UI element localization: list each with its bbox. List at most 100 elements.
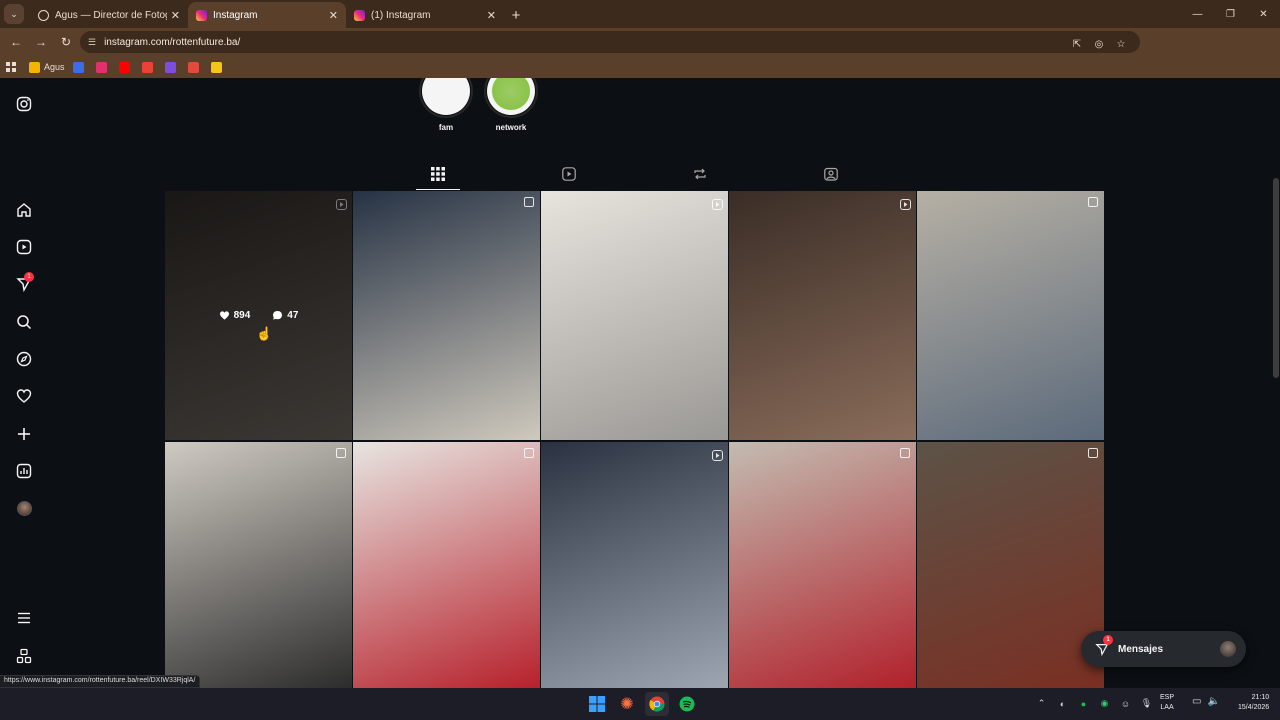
post-tile[interactable]: [917, 442, 1104, 688]
status-bar-url: https://www.instagram.com/rottenfuture.b…: [0, 675, 201, 688]
likes-stat: 894: [219, 310, 250, 321]
bookmark-imdb-icon[interactable]: [210, 61, 226, 73]
close-icon[interactable]: ✕: [171, 9, 180, 22]
tagged-icon[interactable]: [823, 166, 839, 182]
discord-icon[interactable]: ☺: [1118, 696, 1133, 711]
spotify-icon[interactable]: [675, 692, 699, 716]
post-tile[interactable]: [917, 191, 1104, 440]
spark-app-icon[interactable]: ✺: [615, 692, 639, 716]
apps-grid-icon[interactable]: [6, 61, 17, 73]
search-icon[interactable]: [12, 310, 36, 334]
language-code: ESP: [1160, 694, 1175, 701]
messages-icon[interactable]: 1: [12, 272, 36, 296]
imdb-icon: [210, 61, 222, 73]
messages-button[interactable]: 1 Mensajes: [1081, 631, 1246, 667]
dashboard-icon[interactable]: [12, 459, 36, 483]
highlight-ring: [419, 78, 473, 118]
reload-icon[interactable]: ↻: [54, 30, 78, 54]
highlight-network[interactable]: network: [484, 78, 538, 132]
create-icon[interactable]: [12, 422, 36, 446]
profile-avatar[interactable]: [12, 496, 36, 520]
post-tile[interactable]: [353, 191, 540, 440]
clock-date: 15/4/2026: [1238, 704, 1270, 711]
post-tile[interactable]: 894 47 ☝: [165, 191, 352, 440]
carousel-icon: [1088, 197, 1098, 207]
grid-icon[interactable]: [416, 166, 460, 190]
notification-badge: 1: [24, 272, 34, 282]
app-icon: [164, 61, 176, 73]
microphone-icon[interactable]: 🎙: [1139, 696, 1154, 711]
chrome-icon[interactable]: [645, 692, 669, 716]
back-icon[interactable]: ←: [4, 30, 28, 54]
plus-icon[interactable]: +: [504, 2, 528, 28]
navigation-bar: ← → ↻ ☰ instagram.com/rottenfuture.ba/ ⇱…: [0, 28, 1280, 76]
address-bar[interactable]: ☰ instagram.com/rottenfuture.ba/ ⇱ ◎ ☆: [80, 31, 1140, 53]
clock[interactable]: 21:10 15/4/2026: [1238, 693, 1269, 713]
highlight-label: fam: [438, 123, 454, 132]
spotify-tray-icon[interactable]: ●: [1076, 696, 1091, 711]
bookmark-a-icon[interactable]: [72, 61, 88, 73]
reels-tab-icon[interactable]: [561, 166, 577, 182]
tab-3[interactable]: (1) Instagram ✕: [346, 2, 504, 28]
carousel-icon: [524, 197, 534, 207]
messages-label: Mensajes: [1118, 643, 1164, 655]
post-tile[interactable]: [729, 191, 916, 440]
bookmark-gmail-icon[interactable]: [141, 61, 157, 73]
close-window-icon[interactable]: ✕: [1247, 0, 1280, 28]
bookmark-spark-icon[interactable]: [187, 61, 203, 73]
windows-start-icon[interactable]: [585, 692, 609, 716]
bookmark-label: Agus: [44, 62, 65, 72]
maximize-icon[interactable]: ❐: [1214, 0, 1247, 28]
display-icon[interactable]: ▭: [1192, 696, 1201, 707]
steam-icon[interactable]: ◐: [1055, 696, 1070, 711]
notifications-icon[interactable]: [12, 384, 36, 408]
reels-icon[interactable]: [12, 235, 36, 259]
messages-badge: 1: [1103, 635, 1113, 645]
star-icon[interactable]: ☆: [1112, 35, 1130, 53]
forward-icon[interactable]: →: [29, 30, 53, 54]
install-icon[interactable]: ⇱: [1068, 35, 1086, 53]
reel-icon: [712, 448, 723, 461]
post-tile[interactable]: [353, 442, 540, 688]
clock-time: 21:10: [1251, 694, 1270, 701]
post-tile[interactable]: [165, 442, 352, 688]
bookmark-youtube-icon[interactable]: [118, 61, 134, 73]
comments-count: 47: [287, 310, 299, 321]
carousel-icon: [524, 448, 534, 458]
cursor-hand-icon: ☝: [256, 326, 273, 341]
close-icon[interactable]: ✕: [487, 9, 496, 22]
home-icon[interactable]: [12, 198, 36, 222]
site-info-icon[interactable]: ☰: [88, 37, 96, 48]
highlight-fam[interactable]: fam: [419, 78, 473, 132]
page-scrollbar[interactable]: [1273, 178, 1279, 378]
chevron-up-icon[interactable]: ⌃: [1034, 696, 1049, 711]
instagram-icon[interactable]: [12, 92, 36, 116]
taskbar: ✺ ⌃ ◐ ● ◉ ☺ 🎙 ESP LAA ▭ 🔈 21:10 15/4/202…: [0, 688, 1280, 720]
post-hover-overlay: 894 47: [165, 191, 352, 440]
whatsapp-icon[interactable]: ◉: [1097, 696, 1112, 711]
bookmark-drive-icon[interactable]: Agus: [29, 61, 65, 73]
post-tile[interactable]: [541, 191, 728, 440]
instagram-icon: [95, 61, 107, 73]
eye-off-icon[interactable]: ◎: [1090, 35, 1108, 53]
threads-icon[interactable]: [12, 644, 36, 668]
profile-tabs: [165, 162, 1105, 191]
minimize-icon[interactable]: —: [1181, 0, 1214, 28]
volume-icon[interactable]: 🔈: [1207, 696, 1219, 707]
tab-1[interactable]: Agus — Director de Fotografía ✕: [30, 2, 188, 28]
explore-icon[interactable]: [12, 347, 36, 371]
input-language[interactable]: ESP LAA: [1160, 693, 1174, 713]
highlight-label: network: [495, 123, 527, 132]
menu-icon[interactable]: [12, 606, 36, 630]
post-tile[interactable]: [729, 442, 916, 688]
reel-icon: [712, 197, 723, 210]
tab-search-button[interactable]: ⌄: [4, 4, 24, 24]
youtube-icon: [118, 61, 130, 73]
bookmark-app-icon[interactable]: [164, 61, 180, 73]
post-tile[interactable]: [541, 442, 728, 688]
url-text: instagram.com/rottenfuture.ba/: [104, 36, 241, 48]
close-icon[interactable]: ✕: [329, 9, 338, 22]
bookmark-instagram-icon[interactable]: [95, 61, 111, 73]
tab-2[interactable]: Instagram ✕: [188, 2, 346, 28]
reposts-icon[interactable]: [692, 166, 708, 182]
